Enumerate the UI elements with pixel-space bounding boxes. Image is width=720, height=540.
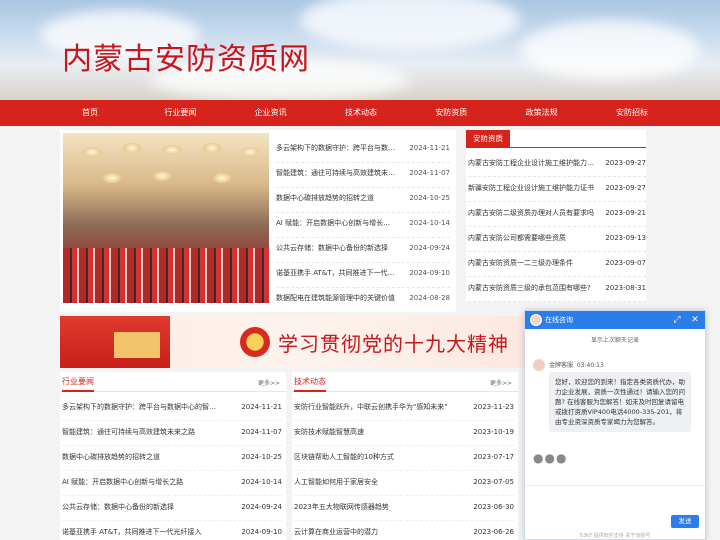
site-header: 内蒙古安防资质网: [0, 0, 720, 100]
list-item[interactable]: 内蒙古安防资质三级的承包范围有哪些? 2023-08-31: [468, 277, 646, 302]
chat-widget: 在线咨询 ⤢ ✕ 显示上次聊天记录 金牌客服 03:40:13 您好，欢迎您的到…: [524, 310, 706, 540]
industry-more-link[interactable]: 更多>>: [258, 378, 280, 387]
list-item[interactable]: 多云架构下的数据守护：跨平台与数据中心的智能管理2024-11-21: [276, 138, 450, 163]
tech-list: 安防行业智能跃升，中联云创携手华为"感知未来" 2023-11-23 安防技术赋能…: [294, 396, 514, 540]
list-item[interactable]: 公共云存储：数据中心备份的新选择 2024-09-24: [62, 496, 282, 521]
list-item[interactable]: 数据配电在建筑能源管理中的关键价值 2024-08-28: [276, 288, 450, 313]
tiananmen-graphic: [114, 326, 160, 358]
chat-footer: 53KF 提供软件支持 关于该账号: [579, 533, 651, 539]
close-icon[interactable]: ✕: [689, 314, 701, 326]
list-item[interactable]: 区块链帮助人工智能的10种方式 2023-07-17: [294, 446, 514, 471]
list-item[interactable]: 数据中心碳排放趋势的招转之道 2024-10-25: [62, 446, 282, 471]
tech-more-link[interactable]: 更多>>: [490, 378, 512, 387]
list-item[interactable]: 2023年五大物联网传感器趋势 2023-06-30: [294, 496, 514, 521]
list-item[interactable]: 智能建筑：通往可持续与高效建筑未来之路 2024-11-07: [62, 421, 282, 446]
party-emblem-icon: ☭: [240, 327, 270, 357]
chat-header[interactable]: 在线咨询 ⤢ ✕: [525, 311, 705, 329]
featured-list: 多云架构下的数据守护：跨平台与数据中心的智能管理2024-11-21 智能建筑：…: [276, 138, 450, 313]
list-item[interactable]: 云计算在商业运营中的潜力 2023-06-26: [294, 521, 514, 540]
list-item[interactable]: 人工智能如何用于家居安全 2023-07-05: [294, 471, 514, 496]
list-item[interactable]: AI 赋能：开启数据中心创新与增长之路 2024-10-14: [276, 213, 450, 238]
nav-tech[interactable]: 技术动态: [331, 100, 391, 126]
featured-news-box: 多云架构下的数据守护：跨平台与数据中心的智能管理2024-11-21 智能建筑：…: [60, 130, 456, 312]
divider: [466, 147, 646, 148]
nav-company-news[interactable]: 企业资讯: [241, 100, 301, 126]
featured-photo[interactable]: [63, 133, 269, 303]
list-item[interactable]: 多云架构下的数据守护：跨平台与数据中心的智能管理2024-11-21: [62, 396, 282, 421]
industry-news-box: 行业要闻 更多>> 多云架构下的数据守护：跨平台与数据中心的智能管理 2024-1…: [60, 372, 286, 540]
banner-text: 学习贯彻党的十九大精神: [278, 332, 509, 356]
qualification-list: 内蒙古安防工程企业设计施工维护能力评价 2023-09-27 新疆安防工程企业设计…: [468, 152, 646, 302]
message-time: 03:40:13: [576, 362, 604, 369]
main-nav: 首页 行业要闻 企业资讯 技术动态 安防资质 政策法规 安防招标: [0, 100, 720, 126]
list-item[interactable]: 诺基亚携手 AT&T，共同推进下一代光纤接入2024-09-10: [276, 263, 450, 288]
agent-avatar: [530, 314, 542, 326]
nav-home[interactable]: 首页: [60, 100, 120, 126]
list-item[interactable]: 内蒙古安防二级资质办理对人员有要求吗 2023-09-21: [468, 202, 646, 227]
list-item[interactable]: AI 赋能：开启数据中心创新与增长之路 2024-10-14: [62, 471, 282, 496]
list-item[interactable]: 内蒙古安防公司都需要哪些资质 2023-09-13: [468, 227, 646, 252]
list-item[interactable]: 安防技术赋能智慧高速 2023-10-19: [294, 421, 514, 446]
tech-news-title[interactable]: 技术动态: [294, 372, 326, 392]
avatar: [533, 359, 545, 371]
industry-news-title[interactable]: 行业要闻: [62, 372, 94, 392]
qualification-box: 安防资质 内蒙古安防工程企业设计施工维护能力评价 2023-09-27 新疆安防工…: [466, 130, 646, 302]
typing-indicator-icon: ●●●: [533, 451, 568, 465]
list-item[interactable]: 智能建筑：通往可持续与高效建筑未来之路 2024-11-07: [276, 163, 450, 188]
nav-policy[interactable]: 政策法规: [512, 100, 572, 126]
list-item[interactable]: 内蒙古安防资质一二三级办理条件 2023-09-07: [468, 252, 646, 277]
list-item[interactable]: 内蒙古安防工程企业设计施工维护能力评价 2023-09-27: [468, 152, 646, 177]
qualification-tab[interactable]: 安防资质: [466, 130, 510, 148]
send-button[interactable]: 发送: [671, 515, 699, 528]
list-item[interactable]: 数据中心碳排放趋势的招转之道 2024-10-25: [276, 188, 450, 213]
agent-name: 金牌客服: [549, 362, 574, 369]
list-item[interactable]: 公共云存储：数据中心备份的新选择 2024-09-24: [276, 238, 450, 263]
chat-title: 在线咨询: [545, 316, 573, 324]
list-item[interactable]: 诺基亚携手 AT&T，共同推进下一代光纤接入2024-09-10: [62, 521, 282, 540]
list-item[interactable]: 新疆安防工程企业设计施工维护能力证书 2023-09-27: [468, 177, 646, 202]
chat-history-link[interactable]: 显示上次聊天记录: [525, 335, 705, 344]
nav-tender[interactable]: 安防招标: [602, 100, 662, 126]
agent-message: 您好，欢迎您的到来！指定各类资质代办，助力企业发展，资质一次性通过！请输入您的问…: [549, 372, 691, 432]
chat-input[interactable]: [525, 485, 705, 486]
industry-list: 多云架构下的数据守护：跨平台与数据中心的智能管理 2024-11-21 智能建筑：…: [62, 396, 282, 540]
nav-industry-news[interactable]: 行业要闻: [150, 100, 210, 126]
list-item[interactable]: 安防行业智能跃升，中联云创携手华为"感知未来" 2023-11-23: [294, 396, 514, 421]
nav-qualification[interactable]: 安防资质: [421, 100, 481, 126]
tech-news-box: 技术动态 更多>> 安防行业智能跃升，中联云创携手华为"感知未来" 2023-11…: [292, 372, 518, 540]
expand-icon[interactable]: ⤢: [671, 314, 683, 326]
site-title[interactable]: 内蒙古安防资质网: [62, 34, 310, 78]
